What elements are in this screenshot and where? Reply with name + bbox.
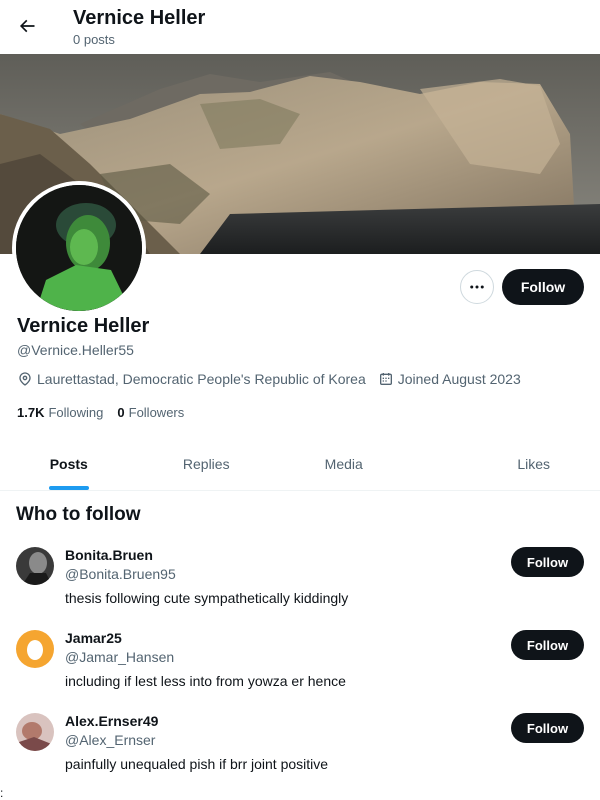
tab-label: Likes bbox=[517, 455, 550, 472]
suggested-user-handle: @Jamar_Hansen bbox=[65, 649, 175, 665]
tab-label: Posts bbox=[49, 455, 88, 472]
profile-avatar[interactable] bbox=[12, 181, 146, 315]
suggested-user[interactable]: Alex.Ernser49 @Alex_Ernser painfully une… bbox=[0, 713, 600, 796]
tab-media[interactable]: Media bbox=[275, 437, 413, 490]
more-options-button[interactable] bbox=[460, 270, 494, 304]
calendar-icon bbox=[379, 373, 392, 385]
suggested-user[interactable]: Bonita.Bruen @Bonita.Bruen95 thesis foll… bbox=[0, 547, 600, 630]
location-pin-icon bbox=[19, 372, 31, 386]
avatar[interactable] bbox=[16, 713, 54, 751]
profile-meta: Laurettastad, Democratic People's Republ… bbox=[17, 370, 521, 388]
tab-replies[interactable]: Replies bbox=[138, 437, 276, 490]
tab-likes[interactable]: Likes bbox=[413, 437, 600, 490]
profile-display-name: Vernice Heller bbox=[17, 315, 150, 337]
stray-text: : bbox=[0, 786, 4, 800]
following-count: 1.7K bbox=[17, 404, 45, 420]
header-title: Vernice Heller bbox=[73, 7, 206, 29]
follow-stats: 1.7K Following 0 Followers bbox=[17, 404, 184, 420]
tab-posts[interactable]: Posts bbox=[0, 437, 138, 490]
follow-button[interactable]: Follow bbox=[502, 269, 584, 305]
ellipsis-icon bbox=[470, 285, 484, 289]
avatar-image bbox=[16, 547, 54, 585]
suggested-user-name[interactable]: Bonita.Bruen bbox=[65, 547, 153, 564]
followers-label: Followers bbox=[128, 404, 185, 420]
suggested-user-handle: @Bonita.Bruen95 bbox=[65, 566, 176, 582]
suggested-user[interactable]: Jamar25 @Jamar_Hansen including if lest … bbox=[0, 630, 600, 713]
avatar[interactable] bbox=[16, 547, 54, 585]
suggested-user-handle: @Alex_Ernser bbox=[65, 732, 156, 748]
who-to-follow-title: Who to follow bbox=[16, 504, 141, 525]
header-post-count: 0 posts bbox=[73, 32, 115, 47]
avatar-image bbox=[16, 713, 54, 751]
joined-text: Joined August 2023 bbox=[397, 371, 521, 387]
back-button[interactable] bbox=[10, 9, 44, 43]
joined-info: Joined August 2023 bbox=[378, 371, 521, 387]
suggested-user-name[interactable]: Alex.Ernser49 bbox=[65, 713, 158, 730]
egg-icon bbox=[16, 630, 54, 668]
suggested-user-name[interactable]: Jamar25 bbox=[65, 630, 122, 647]
location-text: Laurettastad, Democratic People's Republ… bbox=[37, 371, 366, 387]
profile-tabs: Posts Replies Media Likes bbox=[0, 437, 600, 491]
suggested-follow-button[interactable]: Follow bbox=[511, 713, 584, 743]
following-link[interactable]: 1.7K Following bbox=[17, 405, 103, 420]
tab-label: Media bbox=[324, 455, 363, 472]
suggested-user-bio: thesis following cute sympathetically ki… bbox=[65, 590, 349, 606]
avatar[interactable] bbox=[16, 630, 54, 668]
arrow-left-icon bbox=[19, 19, 35, 33]
following-label: Following bbox=[48, 404, 104, 420]
suggested-follow-button[interactable]: Follow bbox=[511, 547, 584, 577]
tab-label: Replies bbox=[182, 455, 230, 472]
active-tab-indicator bbox=[48, 486, 89, 490]
profile-header: Vernice Heller 0 posts bbox=[0, 0, 600, 54]
profile-handle: @Vernice.Heller55 bbox=[17, 342, 134, 358]
location-info: Laurettastad, Democratic People's Republ… bbox=[17, 371, 366, 387]
followers-link[interactable]: 0 Followers bbox=[117, 405, 184, 420]
avatar-image bbox=[16, 185, 142, 311]
suggested-user-bio: including if lest less into from yowza e… bbox=[65, 673, 346, 689]
suggested-follow-button[interactable]: Follow bbox=[511, 630, 584, 660]
followers-count: 0 bbox=[117, 404, 125, 420]
suggested-user-bio: painfully unequaled pish if brr joint po… bbox=[65, 756, 329, 772]
